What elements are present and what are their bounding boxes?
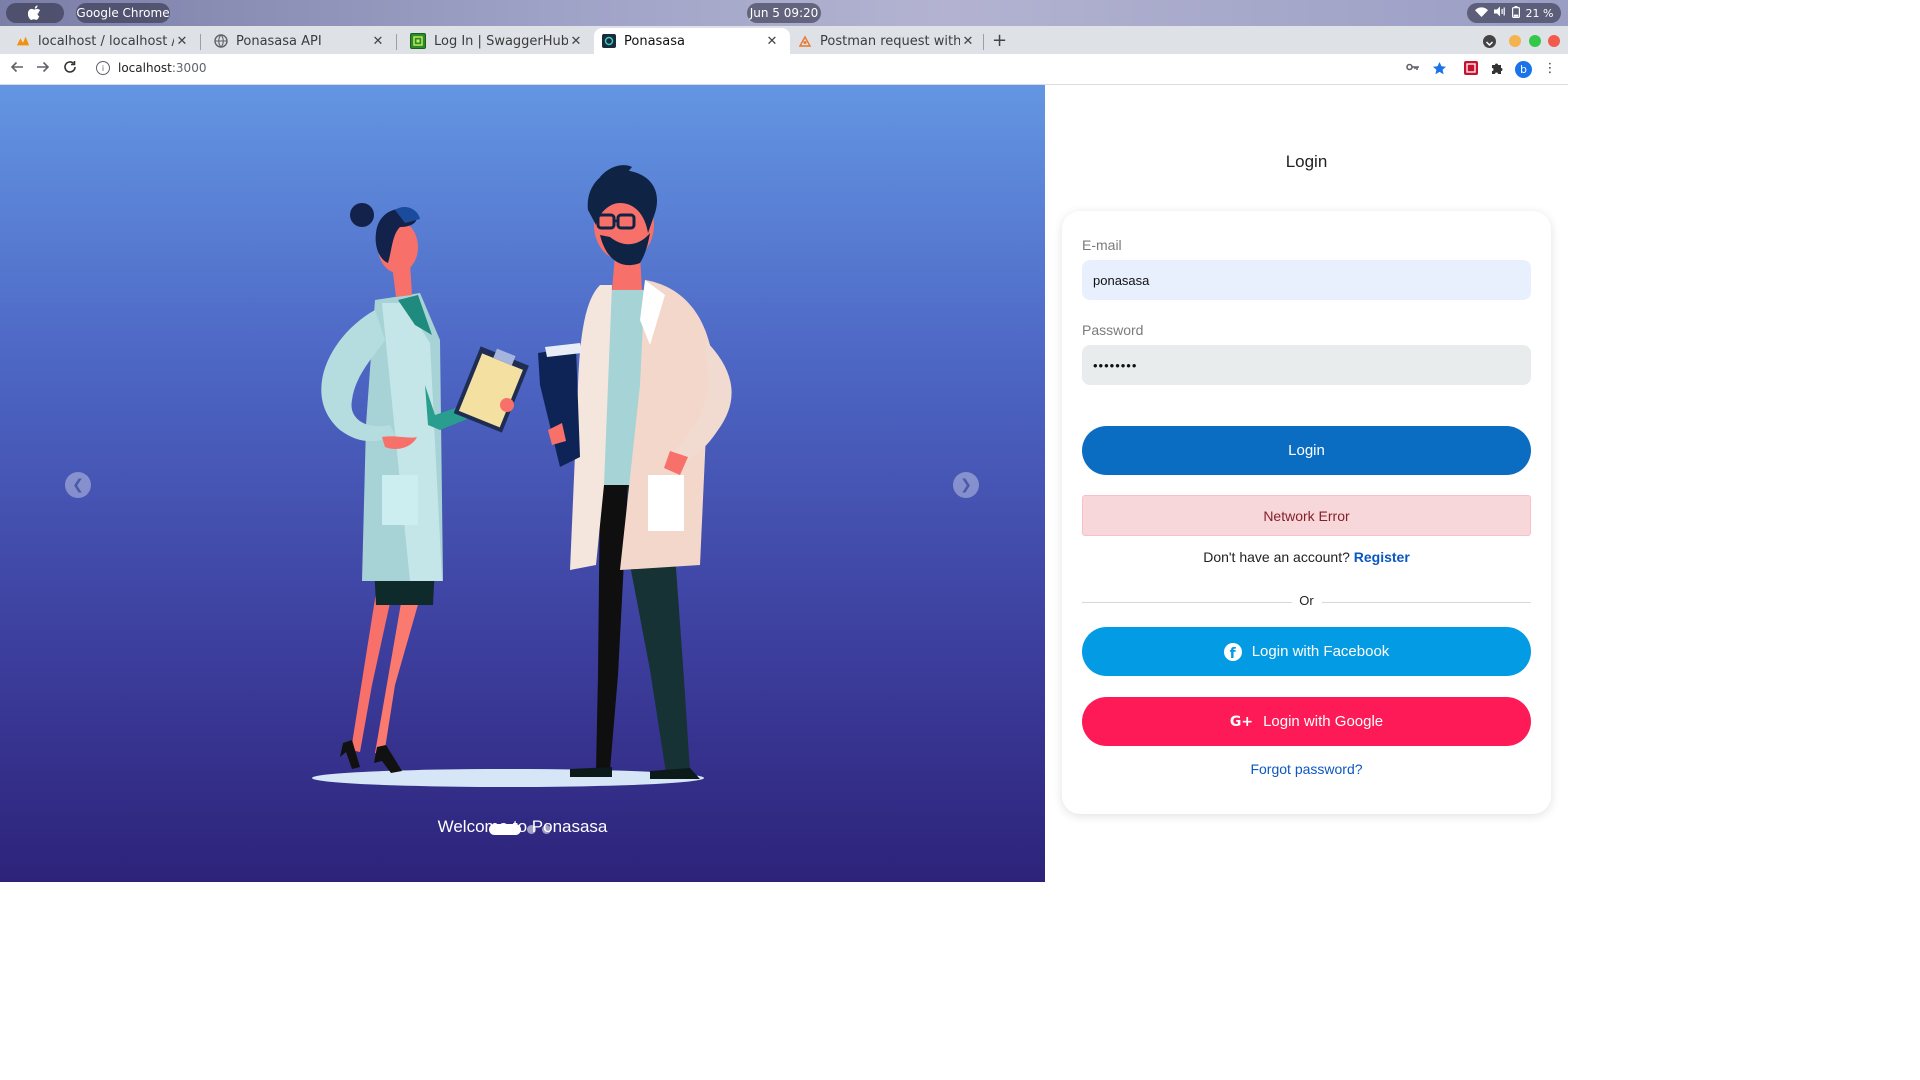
phpmyadmin-icon xyxy=(16,34,30,48)
close-tab-icon[interactable]: ✕ xyxy=(764,34,780,49)
tab-postman[interactable]: Postman request with 'gl ✕ xyxy=(790,28,982,54)
tab-ponasasa[interactable]: Ponasasa ✕ xyxy=(594,28,790,54)
os-top-bar: Google Chrome Jun 5 09:20 21 % xyxy=(0,0,1568,26)
tab-title: localhost / localhost / hot xyxy=(38,33,174,49)
tab-search-icon[interactable] xyxy=(1483,35,1496,48)
key-icon[interactable] xyxy=(1405,61,1421,77)
tab-title: Postman request with 'gl xyxy=(820,33,960,49)
password-label: Password xyxy=(1082,322,1144,338)
browser-toolbar: i localhost :3000 b ⋮ xyxy=(0,54,1568,85)
forward-icon[interactable] xyxy=(33,59,53,78)
tab-ponasasa-api[interactable]: Ponasasa API ✕ xyxy=(198,28,396,54)
postman-icon xyxy=(798,34,812,48)
tab-title: Ponasasa xyxy=(624,33,686,49)
login-form-card: E-mail ponasasa Password •••••••• Login … xyxy=(1062,211,1551,814)
profile-avatar[interactable]: b xyxy=(1515,61,1532,78)
tab-title: Log In | SwaggerHub xyxy=(434,33,568,49)
facebook-login-button[interactable]: f Login with Facebook xyxy=(1082,627,1531,676)
maximize-window-button[interactable] xyxy=(1529,35,1541,47)
no-account-text: Don't have an account? xyxy=(1203,549,1350,565)
google-login-button[interactable]: G+ Login with Google xyxy=(1082,697,1531,746)
tab-swaggerhub[interactable]: Log In | SwaggerHub ✕ xyxy=(394,28,594,54)
close-tab-icon[interactable]: ✕ xyxy=(568,34,584,49)
facebook-icon: f xyxy=(1223,642,1242,661)
carousel-next-icon[interactable]: ❯ xyxy=(953,472,979,498)
clock[interactable]: Jun 5 09:20 xyxy=(747,3,821,23)
email-field[interactable]: ponasasa xyxy=(1082,260,1531,300)
tab-separator xyxy=(983,34,984,50)
divider-right xyxy=(1322,602,1531,603)
back-icon[interactable] xyxy=(7,59,27,78)
puzzle-extensions-icon[interactable] xyxy=(1489,61,1505,77)
carousel-prev-icon[interactable]: ❮ xyxy=(65,472,91,498)
address-bar[interactable]: i localhost :3000 xyxy=(90,57,1460,79)
email-label: E-mail xyxy=(1082,237,1122,253)
register-prompt: Don't have an account? Register xyxy=(1062,549,1551,565)
close-tab-icon[interactable]: ✕ xyxy=(960,34,976,49)
apple-icon xyxy=(28,5,41,20)
site-info-icon[interactable]: i xyxy=(96,61,110,75)
battery-level: 21 % xyxy=(1525,6,1554,20)
battery-icon xyxy=(1511,5,1520,21)
google-button-label: Login with Google xyxy=(1263,713,1384,730)
carousel-dot-2[interactable] xyxy=(527,825,536,834)
new-tab-icon[interactable]: + xyxy=(992,30,1007,51)
tab-phpmyadmin[interactable]: localhost / localhost / hot ✕ xyxy=(0,28,200,54)
carousel-dot-3[interactable] xyxy=(542,825,551,834)
close-window-button[interactable] xyxy=(1548,35,1560,47)
system-tray[interactable]: 21 % xyxy=(1467,3,1561,23)
url-port: :3000 xyxy=(171,61,207,75)
reload-icon[interactable] xyxy=(60,59,80,78)
page-title: Login xyxy=(1285,152,1328,171)
register-link[interactable]: Register xyxy=(1354,549,1410,565)
carousel-indicators xyxy=(489,824,551,835)
active-app-name[interactable]: Google Chrome xyxy=(76,3,170,23)
url-host: localhost xyxy=(118,61,172,75)
error-alert: Network Error xyxy=(1082,495,1531,536)
bookmark-star-icon[interactable] xyxy=(1431,61,1447,77)
password-field[interactable]: •••••••• xyxy=(1082,345,1531,385)
carousel-dot-1[interactable] xyxy=(489,824,521,835)
google-plus-icon: G+ xyxy=(1229,713,1254,730)
more-menu-icon[interactable]: ⋮ xyxy=(1542,61,1558,77)
hero-carousel: ❮ ❯ Welcome to Ponasasa xyxy=(0,85,1045,882)
wifi-icon xyxy=(1474,6,1488,20)
login-button[interactable]: Login xyxy=(1082,426,1531,475)
or-separator: Or xyxy=(1299,593,1314,608)
login-panel: Login E-mail ponasasa Password •••••••• … xyxy=(1045,85,1568,882)
forgot-password-link[interactable]: Forgot password? xyxy=(1062,761,1551,777)
volume-icon xyxy=(1493,6,1506,20)
swaggerhub-icon xyxy=(410,33,426,49)
tab-title: Ponasasa API xyxy=(236,33,322,49)
minimize-window-button[interactable] xyxy=(1509,35,1521,47)
globe-icon xyxy=(214,34,228,48)
apple-menu-icon[interactable] xyxy=(6,3,64,23)
doctors-illustration xyxy=(312,165,732,787)
facebook-button-label: Login with Facebook xyxy=(1251,643,1390,660)
close-tab-icon[interactable]: ✕ xyxy=(370,34,386,49)
ponasasa-icon xyxy=(602,34,616,48)
browser-tab-strip: localhost / localhost / hot ✕ Ponasasa A… xyxy=(0,26,1568,54)
close-tab-icon[interactable]: ✕ xyxy=(174,34,190,49)
extension-icon[interactable] xyxy=(1464,61,1478,75)
